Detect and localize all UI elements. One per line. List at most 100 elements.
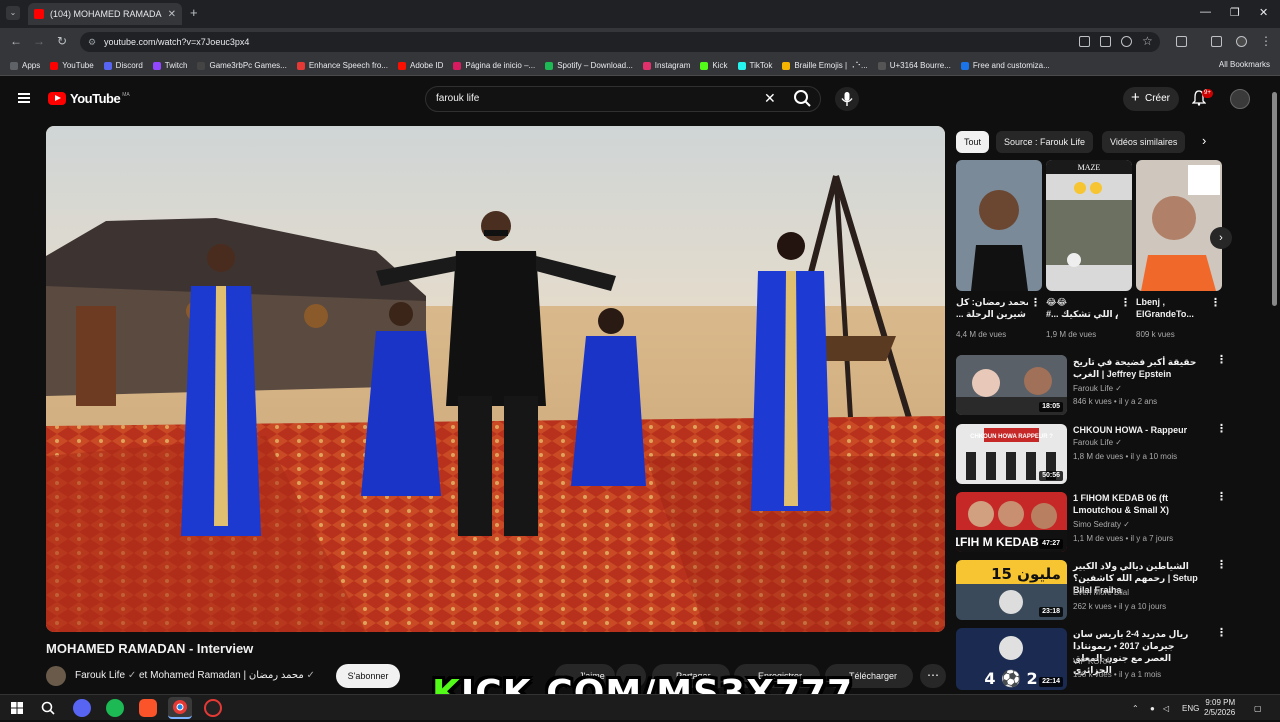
minimize-icon[interactable]: — — [1200, 6, 1211, 18]
channel-names[interactable]: Farouk Life ✓ et Mohamed Ramadan | محمد … — [75, 670, 315, 681]
short-thumbnail[interactable]: MAZE — [1046, 160, 1132, 291]
tray-mic-icon[interactable]: ● — [1150, 704, 1155, 713]
video-channel[interactable]: Farouk Life ✓ — [1073, 384, 1122, 393]
new-tab-icon[interactable]: + — [190, 5, 198, 20]
search-input[interactable]: farouk life — [425, 86, 821, 112]
video-channel[interactable]: Simo Sedraty ✓ — [1073, 520, 1130, 529]
bookmark-item[interactable]: YouTube — [50, 61, 94, 70]
short-title[interactable]: Lbenj , — [1136, 296, 1208, 308]
bookmark-star-icon[interactable]: ☆ — [1142, 34, 1153, 48]
site-info-icon[interactable]: ⚙ — [88, 32, 96, 52]
subscribe-button[interactable]: S'abonner — [336, 664, 400, 688]
video-thumbnail[interactable]: 15 مليون 23:18 — [956, 560, 1067, 620]
bookmark-item[interactable]: Página de inicio –... — [453, 61, 535, 70]
menu-hamburger-icon[interactable] — [18, 93, 30, 103]
chrome-taskbar-item[interactable] — [168, 697, 192, 719]
brave-icon[interactable] — [139, 699, 157, 717]
page-scrollbar[interactable] — [1272, 92, 1277, 306]
discord-icon[interactable] — [73, 699, 91, 717]
spotify-icon[interactable] — [106, 699, 124, 717]
all-bookmarks-button[interactable]: All Bookmarks — [1219, 60, 1270, 69]
tab-youtube[interactable]: (104) MOHAMED RAMADAN ✕ — [28, 3, 182, 25]
profile-icon[interactable] — [1236, 36, 1247, 47]
chrome-menu-icon[interactable]: ⋮ — [1260, 34, 1272, 48]
obs-icon[interactable] — [204, 699, 222, 717]
video-channel[interactable]: VIP KORA — [1073, 657, 1111, 666]
bookmark-item[interactable]: U+3164 Bourre... — [877, 61, 951, 70]
input-language[interactable]: ENG — [1182, 704, 1199, 713]
video-title[interactable]: CHKOUN HOWA - Rappeur — [1073, 424, 1201, 436]
bookmark-item[interactable]: Instagram — [642, 61, 690, 70]
bookmark-item[interactable]: TikTok — [737, 61, 772, 70]
address-bar[interactable]: ⚙ youtube.com/watch?v=x7Joeuc3px4 — [80, 32, 1160, 52]
clear-search-icon[interactable]: ✕ — [764, 90, 776, 107]
short-title[interactable]: #... الأرقام اللي تشكيك — [1046, 308, 1118, 320]
video-title[interactable]: ريال مدريد 4-2 باريس سان جيرمان 2017 • ر… — [1073, 628, 1201, 676]
bookmark-item[interactable]: Enhance Speech fro... — [296, 61, 388, 70]
forward-icon[interactable]: → — [33, 34, 45, 48]
channel-name[interactable]: Farouk Life — [75, 670, 125, 681]
video-thumbnail[interactable]: 18:05 — [956, 355, 1067, 415]
short-more-icon[interactable]: ⋮ — [1210, 298, 1221, 309]
back-icon[interactable]: ← — [10, 34, 22, 48]
video-more-icon[interactable]: ⋮ — [1216, 628, 1227, 639]
tab-search-icon[interactable]: ⌄ — [6, 6, 20, 20]
video-thumbnail[interactable]: CHKOUN HOWA RAPPEUR ? 50:56 — [956, 424, 1067, 484]
reload-icon[interactable]: ↻ — [57, 34, 67, 48]
chevron-right-icon[interactable]: › — [1202, 133, 1206, 148]
search-icon[interactable] — [789, 85, 815, 111]
tab-close-icon[interactable]: ✕ — [168, 9, 176, 20]
video-thumbnail[interactable]: 1FIH M KEDAB 47:27 — [956, 492, 1067, 552]
video-title[interactable]: 1 FIHOM KEDAB 06 (ft Lmoutchou & Small X… — [1073, 492, 1201, 516]
video-more-icon[interactable]: ⋮ — [1216, 560, 1227, 571]
video-more-icon[interactable]: ⋮ — [1216, 492, 1227, 503]
short-title[interactable]: ... بين شيرين الرحلة — [956, 308, 1028, 320]
chip-source[interactable]: Source : Farouk Life — [996, 131, 1094, 153]
bookmark-item[interactable]: Braille Emojis | ⠠⠑... — [782, 61, 868, 70]
more-actions-icon[interactable]: ⋯ — [920, 664, 946, 688]
notification-center-icon[interactable]: ▢ — [1254, 704, 1262, 713]
voice-search-mic-icon[interactable] — [835, 87, 859, 111]
short-title[interactable]: محمد رمضان: كل... — [956, 296, 1028, 308]
translate-icon[interactable] — [1079, 36, 1090, 47]
bookmark-item[interactable]: Spotify – Download... — [545, 61, 633, 70]
video-more-icon[interactable]: ⋮ — [1216, 355, 1227, 366]
bookmark-item[interactable]: Adobe ID — [398, 61, 443, 70]
bookmark-item[interactable]: Discord — [103, 61, 143, 70]
create-button[interactable]: Créer — [1123, 86, 1179, 111]
short-more-icon[interactable]: ⋮ — [1030, 298, 1041, 309]
short-thumbnail[interactable] — [956, 160, 1042, 291]
video-channel[interactable]: Farouk Life ✓ — [1073, 438, 1122, 447]
chip-related[interactable]: Vidéos similaires — [1102, 131, 1186, 153]
short-more-icon[interactable]: ⋮ — [1120, 298, 1131, 309]
chip-all[interactable]: Tout — [956, 131, 990, 153]
video-channel[interactable]: Even More Bilal — [1073, 588, 1129, 597]
extensions-icon[interactable] — [1176, 36, 1187, 47]
video-thumbnail[interactable]: 4 ⚽ 2 22:14 — [956, 628, 1067, 690]
bookmark-item[interactable]: Twitch — [152, 61, 187, 70]
video-player[interactable] — [46, 126, 945, 632]
collab-channel-name[interactable]: Mohamed Ramadan | محمد رمضان — [150, 670, 304, 681]
taskbar-search-icon[interactable] — [39, 699, 57, 717]
volume-icon[interactable]: ◁ — [1163, 704, 1169, 713]
bookmark-item[interactable]: Apps — [10, 61, 40, 70]
short-thumbnail[interactable] — [1136, 160, 1222, 291]
bookmark-item[interactable]: Free and customiza... — [960, 61, 1050, 70]
shorts-next-icon[interactable]: › — [1210, 227, 1232, 249]
short-title[interactable]: 😂😂 — [1046, 296, 1118, 308]
bookmark-item[interactable]: Kick — [700, 61, 728, 70]
install-app-icon[interactable] — [1100, 36, 1111, 47]
video-title[interactable]: حقيقة أكبر فضيحة في تاريخ الغرب | Jeffre… — [1073, 356, 1201, 380]
incognito-eye-icon[interactable] — [1121, 36, 1132, 47]
tray-chevron-icon[interactable]: ⌃ — [1132, 704, 1139, 713]
reading-list-icon[interactable] — [1211, 36, 1222, 47]
windows-start-icon[interactable] — [8, 699, 26, 717]
taskbar-clock[interactable]: 9:09 PM 2/5/2026 — [1204, 698, 1235, 718]
maximize-icon[interactable]: ❐ — [1230, 6, 1240, 19]
channel-avatar[interactable] — [46, 666, 66, 686]
video-more-icon[interactable]: ⋮ — [1216, 424, 1227, 435]
close-window-icon[interactable]: ✕ — [1259, 6, 1268, 19]
short-title[interactable]: ElGrandeTo... — [1136, 308, 1208, 320]
youtube-logo[interactable]: YouTube MA — [48, 91, 130, 106]
account-avatar[interactable] — [1230, 89, 1250, 109]
